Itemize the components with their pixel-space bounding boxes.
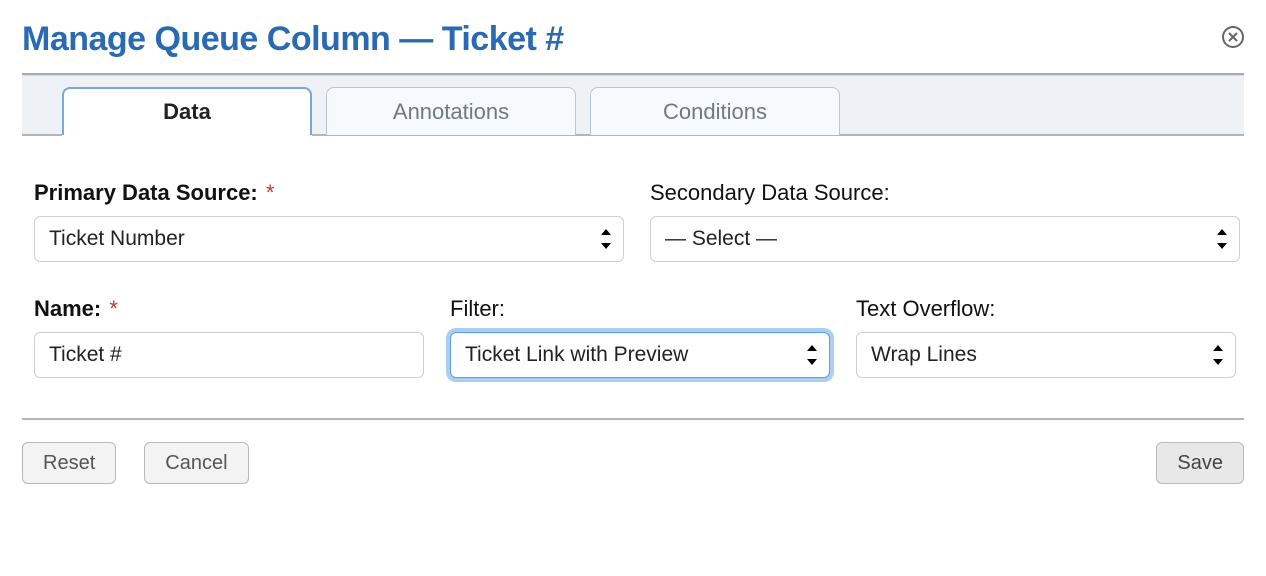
field-secondary-source: Secondary Data Source: — Select —	[650, 180, 1240, 262]
input-value: Ticket #	[49, 343, 122, 367]
select-arrows-icon	[1215, 229, 1229, 249]
dialog: Manage Queue Column — Ticket # Data Anno…	[0, 0, 1266, 508]
select-value: Ticket Link with Preview	[465, 343, 688, 367]
form-row-2: Name: * Ticket # Filter: Ticket Link wit…	[34, 296, 1232, 378]
dialog-title: Manage Queue Column — Ticket #	[22, 20, 564, 59]
cancel-button[interactable]: Cancel	[144, 442, 248, 484]
label-primary-source: Primary Data Source: *	[34, 180, 624, 206]
input-name[interactable]: Ticket #	[34, 332, 424, 378]
label-text-overflow: Text Overflow:	[856, 296, 1236, 322]
tabs: Data Annotations Conditions	[22, 75, 1244, 136]
tab-label: Conditions	[663, 99, 767, 125]
select-arrows-icon	[805, 345, 819, 365]
button-label: Cancel	[165, 452, 227, 475]
tab-label: Data	[163, 99, 211, 125]
close-button[interactable]	[1222, 26, 1244, 48]
form-row-1: Primary Data Source: * Ticket Number Sec…	[34, 180, 1232, 262]
label-filter: Filter:	[450, 296, 830, 322]
field-name: Name: * Ticket #	[34, 296, 424, 378]
select-secondary-source[interactable]: — Select —	[650, 216, 1240, 262]
field-text-overflow: Text Overflow: Wrap Lines	[856, 296, 1236, 378]
select-value: — Select —	[665, 227, 777, 251]
button-label: Save	[1177, 452, 1223, 475]
required-marker: *	[109, 296, 118, 321]
button-label: Reset	[43, 452, 95, 475]
dialog-footer: Reset Cancel Save	[22, 418, 1244, 484]
save-button[interactable]: Save	[1156, 442, 1244, 484]
close-icon	[1228, 32, 1238, 42]
footer-left: Reset Cancel	[22, 442, 249, 484]
dialog-header: Manage Queue Column — Ticket #	[22, 20, 1244, 73]
label-name: Name: *	[34, 296, 424, 322]
form: Primary Data Source: * Ticket Number Sec…	[22, 136, 1244, 418]
select-filter[interactable]: Ticket Link with Preview	[450, 332, 830, 378]
required-marker: *	[266, 180, 275, 205]
reset-button[interactable]: Reset	[22, 442, 116, 484]
select-arrows-icon	[1211, 345, 1225, 365]
tab-label: Annotations	[393, 99, 509, 125]
select-value: Ticket Number	[49, 227, 185, 251]
field-filter: Filter: Ticket Link with Preview	[450, 296, 830, 378]
tab-conditions[interactable]: Conditions	[590, 87, 840, 135]
tab-annotations[interactable]: Annotations	[326, 87, 576, 135]
select-text-overflow[interactable]: Wrap Lines	[856, 332, 1236, 378]
select-value: Wrap Lines	[871, 343, 977, 367]
label-secondary-source: Secondary Data Source:	[650, 180, 1240, 206]
tab-data[interactable]: Data	[62, 87, 312, 135]
select-arrows-icon	[599, 229, 613, 249]
field-primary-source: Primary Data Source: * Ticket Number	[34, 180, 624, 262]
select-primary-source[interactable]: Ticket Number	[34, 216, 624, 262]
